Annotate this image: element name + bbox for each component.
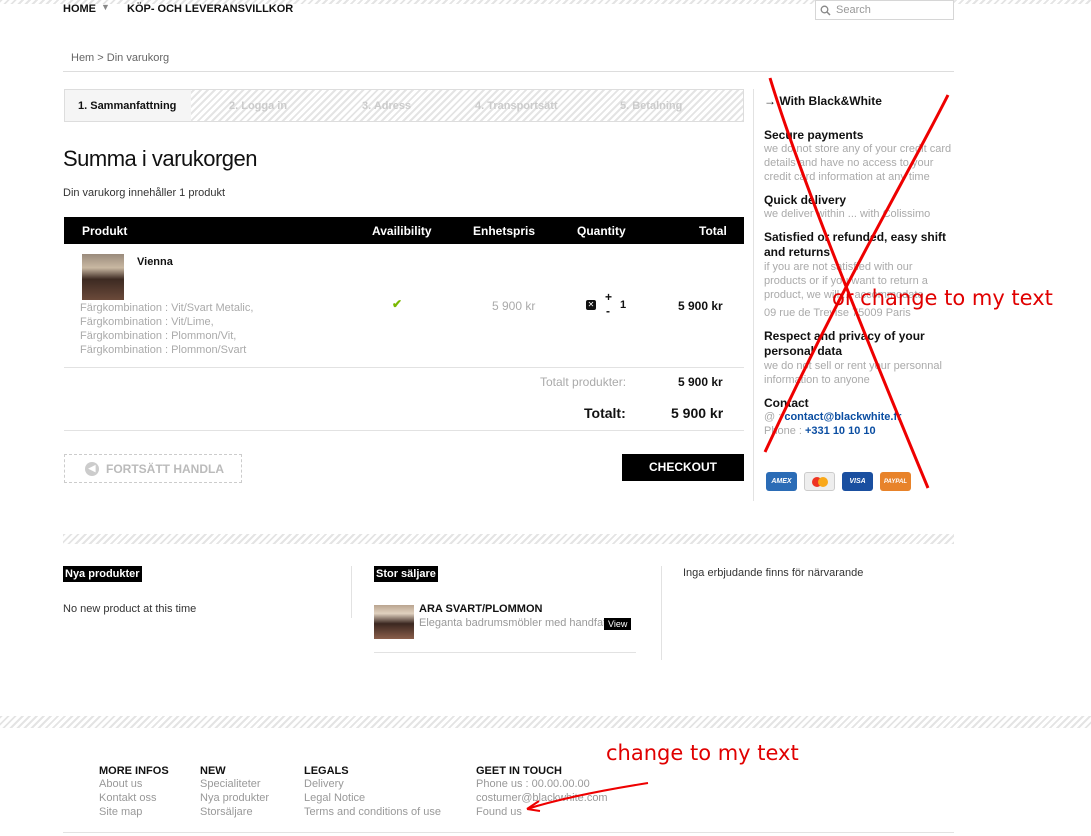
header-total: Total (699, 224, 727, 238)
total-products-label: Totalt produkter: (540, 375, 627, 389)
row-total: 5 900 kr (678, 299, 723, 313)
footer-link[interactable]: Legal Notice (304, 791, 441, 805)
footer-link[interactable]: Kontakt oss (99, 791, 169, 805)
quantity-increase-button[interactable]: + (605, 290, 612, 304)
checkout-steps: 1. Sammanfattning 2. Logga in 3. Adress … (64, 89, 744, 122)
best-sellers-title: Stor säljare (374, 566, 438, 582)
arrow-left-icon: ◀ (85, 461, 99, 476)
continue-shopping-label: FORTSÄTT HANDLA (106, 461, 224, 476)
step-payment: 5. Betalning (620, 100, 683, 112)
cart-totals: Totalt produkter: 5 900 kr Totalt: 5 900… (64, 368, 744, 431)
unit-price: 5 900 kr (492, 299, 536, 313)
footer-col-more-infos: MORE INFOS About us Kontakt oss Site map (99, 765, 169, 819)
annotation-sidebar-note: or change to my text (832, 286, 1053, 310)
new-products-text: No new product at this time (63, 603, 197, 615)
page-title: Summa i varukorgen (63, 146, 257, 171)
footer-link[interactable]: Terms and conditions of use (304, 805, 441, 819)
footer-col-legals: LEGALS Delivery Legal Notice Terms and c… (304, 765, 441, 819)
total-value: 5 900 kr (671, 405, 724, 421)
cart-table-header: Produkt Availibility Enhetspris Quantity… (64, 217, 744, 244)
header-unit-price: Enhetspris (473, 224, 536, 238)
step-shipping: 4. Transportsätt (475, 100, 558, 112)
breadcrumb: Hem > Din varukorg (63, 44, 954, 72)
footer-bottom-line (63, 832, 954, 833)
quantity-value: 1 (620, 299, 627, 311)
product-thumbnail[interactable] (82, 254, 124, 300)
footer-link[interactable]: About us (99, 777, 169, 791)
step-summary: 1. Sammanfattning (78, 100, 177, 112)
footer-pattern (0, 716, 1091, 728)
footer-link[interactable]: Specialiteter (200, 777, 269, 791)
footer-link[interactable]: Site map (99, 805, 169, 819)
footer-link[interactable]: Storsäljare (200, 805, 269, 819)
step-login: 2. Logga in (229, 100, 288, 112)
checkout-button[interactable]: CHECKOUT (622, 454, 744, 481)
footer-link[interactable]: Nya produkter (200, 791, 269, 805)
search-input[interactable]: Search (815, 0, 954, 20)
section-divider (63, 534, 954, 544)
header-product: Produkt (82, 224, 128, 238)
product-name[interactable]: Vienna (137, 256, 173, 268)
sidebar-divider (753, 89, 754, 501)
header-quantity: Quantity (577, 224, 626, 238)
table-row: Vienna Färgkombination : Vit/Svart Metal… (64, 244, 744, 368)
continue-shopping-button[interactable]: ◀ FORTSÄTT HANDLA (64, 454, 242, 483)
delete-icon[interactable]: ✕ (586, 300, 596, 310)
nav-home[interactable]: HOME (63, 3, 96, 15)
best-seller-desc: Eleganta badrumsmöbler med handfat (419, 617, 607, 629)
nav-terms[interactable]: KÖP- OCH LEVERANSVILLKOR (127, 3, 293, 15)
best-seller-thumbnail[interactable] (374, 605, 414, 639)
offers-text: Inga erbjudande finns för närvarande (683, 567, 864, 579)
search-placeholder: Search (836, 4, 871, 16)
new-products-title: Nya produkter (63, 566, 142, 582)
annotation-footer-note: change to my text (606, 741, 799, 765)
total-products-value: 5 900 kr (678, 375, 723, 389)
search-icon (820, 5, 831, 16)
total-label: Totalt: (584, 405, 626, 421)
header-availability: Availibility (372, 224, 432, 238)
block-divider-2 (661, 566, 662, 660)
check-icon: ✔ (392, 297, 403, 311)
best-seller-underline (374, 652, 636, 653)
chevron-down-icon[interactable]: ▼ (101, 2, 110, 12)
step-address: 3. Adress (362, 100, 412, 112)
footer-link[interactable]: Delivery (304, 777, 441, 791)
red-cross-annotation (763, 77, 950, 489)
block-divider (351, 566, 352, 618)
best-seller-name[interactable]: ARA SVART/PLOMMON (419, 603, 542, 615)
view-button[interactable]: View (604, 618, 632, 630)
product-options: Färgkombination : Vit/Svart Metalic, Fär… (80, 302, 254, 356)
footer-col-new: NEW Specialiteter Nya produkter Storsälj… (200, 765, 270, 819)
red-arrow-annotation (526, 782, 649, 812)
breadcrumb-text[interactable]: Hem > Din varukorg (71, 52, 169, 64)
quantity-decrease-button[interactable]: - (606, 304, 610, 318)
cart-summary-text: Din varukorg innehåller 1 produkt (63, 187, 226, 199)
